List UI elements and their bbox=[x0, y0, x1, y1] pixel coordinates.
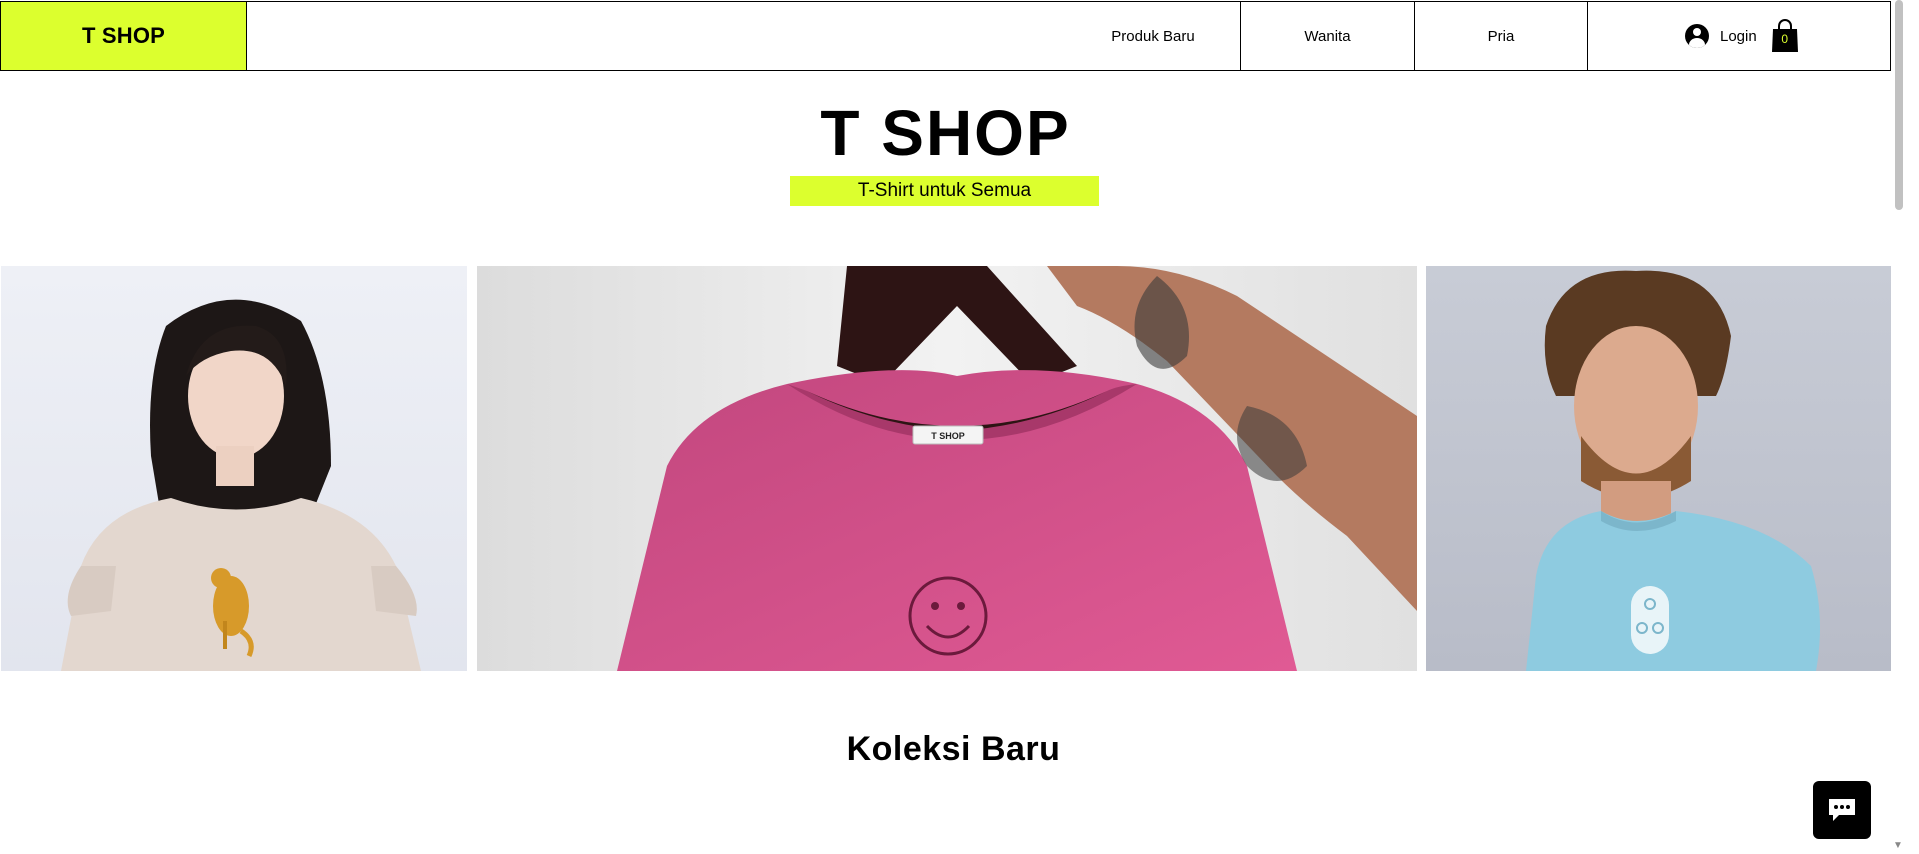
cart-button[interactable]: 0 bbox=[1771, 19, 1799, 53]
logo[interactable]: T SHOP bbox=[1, 2, 247, 70]
nav-item-pria[interactable]: Pria bbox=[1414, 2, 1588, 70]
section-title: Koleksi Baru bbox=[846, 730, 1061, 768]
hero-tagline: T-Shirt untuk Semua bbox=[790, 176, 1099, 206]
logo-text: T SHOP bbox=[81, 23, 166, 48]
user-icon bbox=[1685, 24, 1709, 48]
nav-item-produk-baru[interactable]: Produk Baru bbox=[1066, 2, 1240, 70]
chat-icon bbox=[1829, 799, 1855, 821]
main-nav: Produk Baru Wanita Pria Login 0 bbox=[1066, 2, 1890, 70]
site-header: T SHOP Produk Baru Wanita Pria Login 0 bbox=[0, 1, 1891, 71]
nav-item-wanita[interactable]: Wanita bbox=[1240, 2, 1414, 70]
tshirt-label-text: T SHOP bbox=[931, 431, 965, 441]
login-button[interactable]: Login bbox=[1685, 24, 1757, 48]
chat-button[interactable] bbox=[1813, 781, 1871, 839]
login-label: Login bbox=[1720, 27, 1757, 45]
woman-beige-tshirt-leopard-photo[interactable] bbox=[1, 266, 467, 671]
man-blue-tshirt-photo[interactable] bbox=[1426, 266, 1891, 671]
scrollbar[interactable]: ▼ bbox=[1891, 0, 1919, 854]
cart-count: 0 bbox=[1781, 32, 1789, 46]
account-area: Login 0 bbox=[1588, 2, 1890, 70]
hero-title: T SHOP bbox=[820, 97, 1071, 169]
pink-tshirt-on-hanger-photo[interactable]: T SHOP bbox=[477, 266, 1417, 671]
scrollbar-thumb[interactable] bbox=[1895, 0, 1903, 210]
page: T SHOP Produk Baru Wanita Pria Login 0 T… bbox=[0, 0, 1919, 854]
scroll-down-arrow-icon[interactable]: ▼ bbox=[1893, 840, 1903, 851]
